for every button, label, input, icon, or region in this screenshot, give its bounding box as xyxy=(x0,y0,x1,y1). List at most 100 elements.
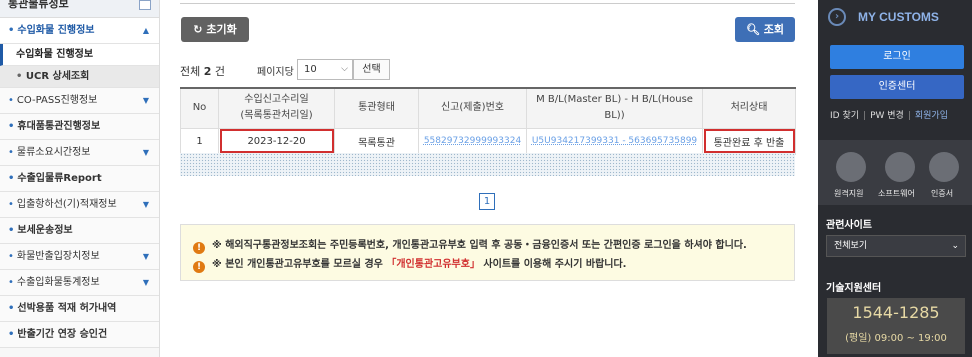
chevron-up-icon: ▲ xyxy=(142,26,149,35)
join-link[interactable]: 회원가입 xyxy=(915,111,948,121)
perpage-value: 10 xyxy=(304,64,317,75)
results-table: No 수입신고수리일 (목록통관처리일) 통관형태 신고(제출)번호 M B/L… xyxy=(180,87,796,155)
separator: | xyxy=(863,111,867,121)
sidebar-item-label: 수출입화물통계정보 xyxy=(16,277,100,288)
col-header-number: 신고(제출)번호 xyxy=(418,87,527,129)
bullet-icon: • xyxy=(8,251,14,262)
sidebar-item-baggage[interactable]: • 휴대품통관진행정보 xyxy=(0,114,159,140)
remote-support-icon[interactable] xyxy=(836,152,866,182)
page-button[interactable]: 1 xyxy=(479,193,495,210)
bullet-icon: • xyxy=(8,329,15,340)
sidebar-item-label: 휴대품통관진행정보 xyxy=(17,121,101,132)
total-count: 전체 2 건 xyxy=(180,63,225,79)
sidebar-item-label: CO-PASS진행정보 xyxy=(16,95,98,106)
personal-code-link[interactable]: 「개인통관고유부호」 xyxy=(386,259,480,270)
table-row[interactable]: 1 2023-12-20 목록통관 55829732999993324 U5U9… xyxy=(180,127,796,155)
sidebar-item-bonded-transport[interactable]: • 보세운송정보 xyxy=(0,218,159,244)
chevron-down-icon: ⌵ xyxy=(341,64,348,74)
total-number: 2 xyxy=(203,65,212,78)
left-sidebar: 통관물류정보 • 수입화물 진행정보 ▲ 수입화물 진행정보 • UCR 상세조회… xyxy=(0,0,160,357)
masked-row xyxy=(180,153,795,176)
cell-bl[interactable]: U5U934217399331 - 563695735899 xyxy=(526,127,703,155)
total-suffix: 건 xyxy=(214,65,226,78)
col-header-status: 처리상태 xyxy=(702,87,796,129)
search-button-label: 조회 xyxy=(763,23,785,36)
col-header-no: No xyxy=(180,87,219,129)
my-customs-panel: › MY CUSTOMS 로그인 인증센터 ID 찾기 | PW 변경 | 회원가입 원… xyxy=(818,0,972,357)
search-button[interactable]: 🔍︎ 조회 xyxy=(735,17,795,42)
bullet-icon: • xyxy=(8,225,15,236)
sidebar-item-label: 수입화물 진행정보 xyxy=(17,25,95,36)
sidebar-item-label: 반출기간 연장 승인건 xyxy=(17,329,108,340)
cell-type: 목록통관 xyxy=(334,127,419,155)
sidebar-item-label: 화물반출입장치정보 xyxy=(16,251,100,262)
sidebar-item-extension[interactable]: • 반출기간 연장 승인건 xyxy=(0,322,159,348)
find-id-link[interactable]: ID 찾기 xyxy=(830,111,859,121)
search-icon: 🔍︎ xyxy=(745,23,760,36)
chevron-down-icon: ▼ xyxy=(142,278,149,287)
sidebar-item-port-loading[interactable]: • 입출항하선(기)적재정보 ▼ xyxy=(0,192,159,218)
support-phone: 1544-1285 xyxy=(852,303,940,322)
bullet-icon: • xyxy=(8,147,14,158)
perpage-select[interactable]: 10 ⌵ xyxy=(297,59,353,80)
bullet-icon: • xyxy=(8,121,15,132)
cell-number[interactable]: 55829732999993324 xyxy=(418,127,527,155)
bullet-icon: • xyxy=(8,277,14,288)
notice-text-2b: 사이트를 이용해 주시기 바랍니다. xyxy=(479,259,627,270)
chevron-down-icon: ▼ xyxy=(142,200,149,209)
sidebar-subitem-ucr[interactable]: • UCR 상세조회 xyxy=(0,66,159,88)
support-center-title: 기술지원센터 xyxy=(826,283,882,294)
certificate-icon[interactable] xyxy=(929,152,959,182)
chevron-down-icon: ▼ xyxy=(142,252,149,261)
software-icon[interactable] xyxy=(885,152,915,182)
reset-button[interactable]: ↻ 초기화 xyxy=(181,17,249,42)
sidebar-item-import-progress[interactable]: • 수입화물 진행정보 ▲ xyxy=(0,18,159,44)
remote-support-label: 원격지원 xyxy=(834,189,864,198)
notice-line-1: ! ※ 해외직구통관정보조회는 주민등록번호, 개인통관고유부호 입력 후 공동・… xyxy=(193,236,747,254)
certificate-label: 인증서 xyxy=(931,189,954,198)
perpage-label: 페이지당 xyxy=(257,67,294,78)
panel-title: MY CUSTOMS xyxy=(858,10,939,24)
related-sites-title: 관련사이트 xyxy=(826,220,872,231)
sidebar-item-logistics-time[interactable]: • 물류소요시간정보 ▼ xyxy=(0,140,159,166)
sidebar-item-label: 물류소요시간정보 xyxy=(16,147,91,158)
bullet-icon: • xyxy=(8,95,14,106)
main-content: ↻ 초기화 🔍︎ 조회 전체 2 건 페이지당 10 ⌵ 선택 No 수입신고수… xyxy=(160,0,818,357)
refresh-icon: ↻ xyxy=(193,23,203,36)
collapse-icon[interactable] xyxy=(139,0,151,10)
sidebar-item-label: UCR 상세조회 xyxy=(25,71,90,82)
sidebar-item-ship-supplies[interactable]: • 선박용품 적재 허가내역 xyxy=(0,296,159,322)
related-sites-select[interactable]: 전체보기 ⌄ xyxy=(826,235,966,257)
total-prefix: 전체 xyxy=(180,65,201,78)
change-pw-link[interactable]: PW 변경 xyxy=(870,111,904,121)
select-button[interactable]: 선택 xyxy=(353,59,390,80)
sidebar-item-cargo-device[interactable]: • 화물반출입장치정보 ▼ xyxy=(0,244,159,270)
reset-button-label: 초기화 xyxy=(206,23,237,36)
bullet-icon: • xyxy=(8,25,15,36)
chevron-down-icon: ▼ xyxy=(142,96,149,105)
sidebar-item-copass[interactable]: • CO-PASS진행정보 ▼ xyxy=(0,88,159,114)
chevron-right-icon[interactable]: › xyxy=(828,8,846,26)
sidebar-item-report[interactable]: • 수출입물류Report xyxy=(0,166,159,192)
cell-status: 통관완료 후 반출 xyxy=(702,127,796,155)
col-header-bl: M B/L(Master BL) - H B/L(House BL)) xyxy=(526,87,703,129)
notice-text-1: ※ 해외직구통관정보조회는 주민등록번호, 개인통관고유부호 입력 후 공동・금… xyxy=(212,240,747,251)
bullet-icon: • xyxy=(8,173,15,184)
warning-icon: ! xyxy=(193,261,205,273)
bullet-icon: • xyxy=(16,71,26,82)
sidebar-item-label: 수입화물 진행정보 xyxy=(16,49,94,60)
notice-box: ! ※ 해외직구통관정보조회는 주민등록번호, 개인통관고유부호 입력 후 공동・… xyxy=(180,224,795,281)
sidebar-item-cargo-stats[interactable]: • 수출입화물통계정보 ▼ xyxy=(0,270,159,296)
software-label: 소프트웨어 xyxy=(878,189,915,198)
login-button[interactable]: 로그인 xyxy=(830,45,964,69)
notice-line-2: ! ※ 본인 개인통관고유부호를 모르실 경우 「개인통관고유부호」 사이트를 이… xyxy=(193,255,626,273)
bullet-icon: • xyxy=(8,303,15,314)
auth-center-button[interactable]: 인증센터 xyxy=(830,75,964,99)
sidebar-subitem-import-progress[interactable]: 수입화물 진행정보 xyxy=(0,44,159,66)
warning-icon: ! xyxy=(193,242,205,254)
chevron-down-icon: ⌄ xyxy=(951,241,959,251)
col-header-date: 수입신고수리일 (목록통관처리일) xyxy=(218,87,335,129)
sidebar-item-label: 수출입물류Report xyxy=(17,173,102,184)
related-sites-value: 전체보기 xyxy=(834,241,868,251)
sidebar-header: 통관물류정보 xyxy=(0,0,159,18)
